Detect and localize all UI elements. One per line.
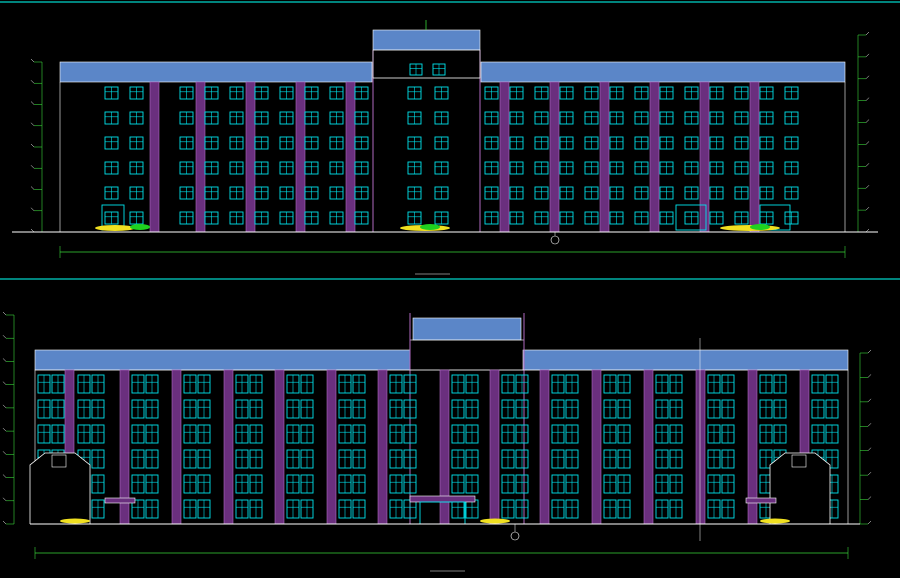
right-level-ladder-mark (867, 520, 872, 525)
grid-axis-bubble (550, 235, 560, 245)
left-level-ladder-mark (2, 497, 7, 501)
landscape-shrub (95, 225, 135, 231)
pilaster (499, 81, 510, 233)
left-level-ladder-mark (2, 381, 7, 385)
right-level-ladder-mark (865, 97, 870, 101)
lower-elevation-panel (0, 283, 900, 578)
pilaster (223, 369, 234, 525)
left-level-ladder-mark (2, 404, 7, 409)
pilaster (245, 81, 256, 233)
right-level-ladder-mark (865, 53, 870, 58)
right-level-ladder-mark (867, 349, 872, 354)
pilaster (295, 81, 306, 233)
right-level-ladder-mark (867, 374, 872, 378)
right-level-ladder-mark (865, 31, 870, 36)
right-level-ladder-mark (865, 75, 870, 79)
pilaster (643, 369, 654, 525)
landscape-tree (130, 224, 150, 230)
upper-elevation-drawing (0, 1, 900, 280)
right-level-ladder-mark (865, 141, 870, 145)
side-porch-right (769, 452, 831, 524)
right-level-ladder-mark (867, 398, 872, 403)
left-level-ladder-mark (30, 207, 35, 211)
entrance-canopy (409, 495, 476, 503)
pilaster (591, 369, 602, 525)
roof-band-left (34, 349, 411, 371)
roof-band-right (522, 349, 849, 371)
pilaster (649, 81, 660, 233)
lower-elevation-drawing (2, 311, 872, 572)
right-level-ladder-mark (865, 206, 870, 211)
left-level-ladder-mark (2, 520, 7, 525)
roof-band-right (480, 61, 846, 83)
left-level-ladder-mark (30, 80, 35, 84)
pilaster (489, 369, 500, 525)
pilaster (345, 81, 356, 233)
right-level-ladder-mark (865, 119, 870, 123)
tower-roof (412, 317, 522, 341)
landscape-shrub (720, 225, 780, 231)
landscape-tree (750, 224, 770, 230)
pilaster (195, 81, 206, 233)
left-level-ladder-mark (2, 311, 7, 316)
left-level-ladder-mark (2, 427, 7, 432)
pilaster (377, 369, 388, 525)
right-level-ladder-mark (867, 447, 872, 451)
landscape-tree (420, 224, 440, 230)
right-level-ladder-mark (867, 471, 872, 476)
side-porch-left (29, 452, 91, 524)
right-level-ladder-mark (865, 163, 870, 167)
pilaster (539, 369, 550, 525)
grid-axis-bubble (510, 531, 520, 541)
tower-top-frame (372, 49, 481, 79)
tower-roof (372, 29, 481, 51)
pilaster (549, 81, 560, 233)
left-level-ladder-mark (30, 186, 35, 190)
pilaster (699, 81, 710, 233)
side-canopy-left (104, 497, 136, 504)
pilaster (749, 81, 760, 233)
right-level-ladder-mark (867, 496, 872, 500)
pilaster (695, 369, 706, 525)
pilaster (326, 369, 337, 525)
left-level-ladder-mark (30, 122, 35, 126)
landscape-shrub (60, 518, 90, 524)
left-level-ladder-mark (30, 143, 35, 148)
landscape-shrub (760, 518, 790, 524)
left-level-ladder-mark (30, 101, 35, 105)
left-level-ladder-mark (2, 474, 7, 478)
left-level-ladder-mark (30, 165, 35, 169)
left-level-ladder-mark (2, 451, 7, 455)
pilaster (274, 369, 285, 525)
pilaster (599, 81, 610, 233)
pilaster (149, 81, 160, 233)
left-level-ladder-mark (2, 358, 7, 362)
side-canopy-right (745, 497, 777, 504)
landscape-shrub (480, 518, 510, 524)
pilaster (171, 369, 182, 525)
left-level-ladder-mark (30, 58, 35, 63)
tower-frame (409, 339, 525, 371)
upper-elevation-panel (0, 0, 900, 281)
right-level-ladder-mark (867, 423, 872, 427)
right-level-ladder-mark (865, 185, 870, 189)
left-level-ladder-mark (2, 335, 7, 339)
roof-band-left (59, 61, 373, 83)
